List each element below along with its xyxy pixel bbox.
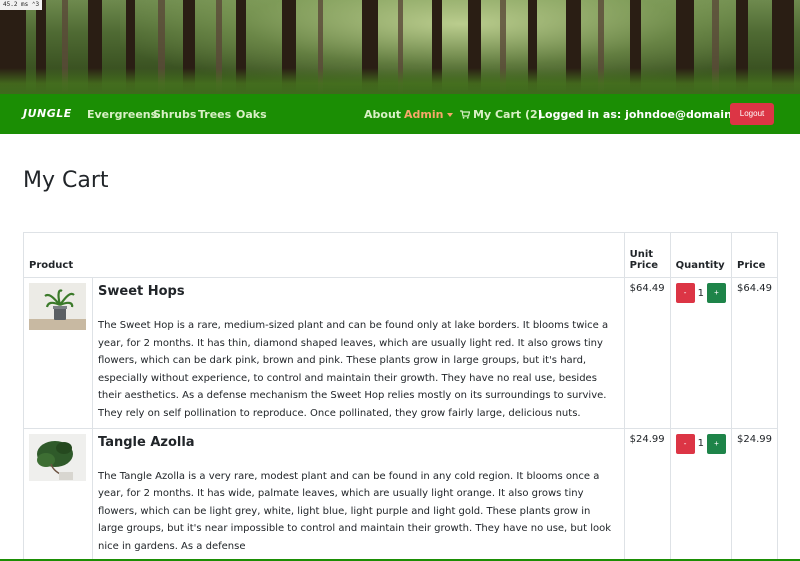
product-name[interactable]: Tangle Azolla xyxy=(98,435,619,450)
timing-badge: 45.2 ms ⌃3 xyxy=(0,0,43,10)
header-unit-price: Unit Price xyxy=(623,232,671,278)
quantity-stepper: - 1 + xyxy=(675,433,726,454)
product-thumb-cell xyxy=(23,277,93,429)
navbar: JUNGLE Evergreens Shrubs Trees Oaks Abou… xyxy=(0,94,800,134)
hero-banner xyxy=(0,0,800,94)
quantity-cell: - 1 + xyxy=(669,427,733,561)
logged-in-text: Logged in as: johndoe@domain.com xyxy=(538,108,762,121)
shopping-cart-icon xyxy=(460,110,470,119)
product-image[interactable] xyxy=(29,433,86,481)
admin-dropdown[interactable]: Admin xyxy=(404,108,454,121)
product-info-cell: Tangle Azolla The Tangle Azolla is a ver… xyxy=(92,427,625,561)
quantity-cell: - 1 + xyxy=(669,277,733,429)
table-header-row: Product Unit Price Quantity Price xyxy=(23,232,778,278)
product-image[interactable] xyxy=(29,283,86,330)
unit-price: $24.99 xyxy=(623,427,671,561)
nav-link-shrubs[interactable]: Shrubs xyxy=(153,108,196,121)
table-row: Sweet Hops The Sweet Hop is a rare, medi… xyxy=(23,277,778,429)
decrease-quantity-button[interactable]: - xyxy=(675,433,695,454)
quantity-stepper: - 1 + xyxy=(675,283,726,303)
header-quantity: Quantity xyxy=(669,232,733,278)
unit-price: $64.49 xyxy=(623,277,671,429)
caret-down-icon xyxy=(447,113,454,117)
cart-table: Product Unit Price Quantity Price Sweet … xyxy=(23,232,778,561)
table-row: Tangle Azolla The Tangle Azolla is a ver… xyxy=(23,427,778,561)
page-title: My Cart xyxy=(23,168,109,193)
product-description: The Sweet Hop is a rare, medium-sized pl… xyxy=(98,320,609,419)
header-product: Product xyxy=(23,232,625,278)
header-price: Price xyxy=(731,232,778,278)
increase-quantity-button[interactable]: + xyxy=(707,433,726,454)
line-price: $64.49 xyxy=(731,277,778,429)
product-info-cell: Sweet Hops The Sweet Hop is a rare, medi… xyxy=(92,277,625,429)
product-thumb-cell xyxy=(23,427,93,561)
product-name[interactable]: Sweet Hops xyxy=(98,284,619,299)
nav-link-evergreens[interactable]: Evergreens xyxy=(87,108,157,121)
nav-link-trees[interactable]: Trees xyxy=(198,108,231,121)
decrease-quantity-button[interactable]: - xyxy=(675,283,695,303)
my-cart-link[interactable]: My Cart (2) xyxy=(460,108,543,121)
quantity-value: 1 xyxy=(697,438,704,450)
nav-link-oaks[interactable]: Oaks xyxy=(236,108,267,121)
nav-link-about[interactable]: About xyxy=(364,108,401,121)
line-price: $24.99 xyxy=(731,427,778,561)
logout-button[interactable]: Logout xyxy=(730,103,774,125)
increase-quantity-button[interactable]: + xyxy=(707,283,726,303)
brand-logo[interactable]: JUNGLE xyxy=(23,107,72,120)
quantity-value: 1 xyxy=(697,287,704,299)
product-description: The Tangle Azolla is a very rare, modest… xyxy=(98,470,612,552)
my-cart-label: My Cart (2) xyxy=(473,108,543,121)
admin-label: Admin xyxy=(404,108,444,121)
